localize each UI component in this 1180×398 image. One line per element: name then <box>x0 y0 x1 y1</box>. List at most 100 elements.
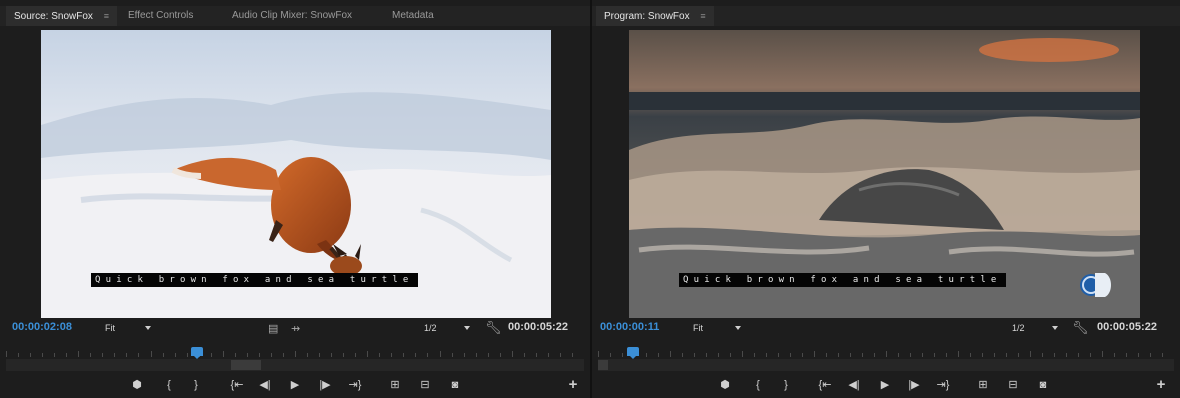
camera-icon[interactable]: ◙ <box>1034 378 1052 392</box>
ruler-tick <box>499 353 501 357</box>
source-tab-bar: Source: SnowFox ≡ Effect Controls Audio … <box>0 6 590 26</box>
ruler-tick <box>367 351 369 357</box>
play-button[interactable]: ▶ <box>876 378 894 392</box>
ruler-tick <box>150 351 152 357</box>
source-video-frame[interactable]: Quick brown fox and sea turtle <box>41 30 551 318</box>
program-time-ruler[interactable] <box>598 344 1174 358</box>
plus-icon[interactable]: + <box>564 377 582 392</box>
source-resolution-dropdown[interactable]: 1/2 <box>424 323 470 333</box>
ruler-tick <box>982 353 983 357</box>
source-scroll-track[interactable] <box>6 359 584 371</box>
chevron-down-icon <box>464 326 470 330</box>
mark-in-button[interactable]: { <box>160 378 178 392</box>
step-forward-button[interactable]: |▶ <box>905 378 923 392</box>
panel-menu-icon[interactable]: ≡ <box>700 6 705 26</box>
tab-audio-clip-mixer[interactable]: Audio Clip Mixer: SnowFox <box>232 6 352 26</box>
go-to-in-button[interactable]: {⇤ <box>228 378 246 392</box>
ruler-tick <box>78 351 80 357</box>
ruler-tick <box>862 353 863 357</box>
plus-icon[interactable]: + <box>1152 377 1170 392</box>
source-time-ruler[interactable] <box>6 344 584 358</box>
lift-button[interactable]: ⊞ <box>974 378 992 392</box>
program-current-timecode[interactable]: 00:00:00:11 <box>600 321 659 333</box>
ruler-tick <box>730 353 731 357</box>
step-forward-button[interactable]: |▶ <box>316 378 334 392</box>
ruler-tick <box>1126 353 1127 357</box>
export-frame-icon[interactable]: ▤ <box>268 322 278 335</box>
ruler-tick <box>126 353 128 357</box>
tab-metadata[interactable]: Metadata <box>392 6 434 26</box>
ruler-tick <box>210 353 212 357</box>
chevron-down-icon <box>1052 326 1058 330</box>
ruler-tick <box>535 353 537 357</box>
source-current-timecode[interactable]: 00:00:02:08 <box>12 321 72 333</box>
extract-button[interactable]: ⊟ <box>1004 378 1022 392</box>
ruler-tick <box>331 353 333 357</box>
ruler-tick <box>258 353 260 357</box>
mark-in-button[interactable]: { <box>749 378 767 392</box>
panel-menu-icon[interactable]: ≡ <box>104 6 109 26</box>
ruler-tick <box>295 351 296 357</box>
drag-video-only-icon[interactable]: ⇸ <box>291 322 300 335</box>
program-video-frame[interactable]: Quick brown fox and sea turtle <box>629 30 1140 318</box>
ruler-tick <box>355 353 357 357</box>
ruler-tick <box>403 353 405 357</box>
go-to-in-button[interactable]: {⇤ <box>816 378 834 392</box>
wrench-icon[interactable]: 🔧︎ <box>1072 320 1089 336</box>
go-to-out-button[interactable]: ⇥} <box>346 378 364 392</box>
camera-icon[interactable]: ◙ <box>446 378 464 392</box>
step-back-button[interactable]: ◀| <box>256 378 274 392</box>
mark-out-button[interactable]: } <box>777 378 795 392</box>
tab-program[interactable]: Program: SnowFox ≡ <box>596 6 714 26</box>
add-marker-button[interactable]: ⬢ <box>128 378 146 392</box>
ruler-tick <box>343 353 345 357</box>
mark-out-button[interactable]: } <box>187 378 205 392</box>
ruler-tick <box>42 353 44 357</box>
add-marker-button[interactable]: ⬢ <box>716 378 734 392</box>
ruler-tick <box>658 353 659 357</box>
ruler-tick <box>1042 353 1043 357</box>
source-duration-timecode: 00:00:05:22 <box>508 321 568 333</box>
ruler-tick <box>778 353 779 357</box>
program-scroll-track[interactable] <box>598 359 1174 371</box>
play-button[interactable]: ▶ <box>286 378 304 392</box>
chevron-down-icon <box>735 326 741 330</box>
ruler-tick <box>1090 353 1091 357</box>
insert-button[interactable]: ⊞ <box>386 378 404 392</box>
program-zoom-dropdown[interactable]: Fit <box>693 323 741 333</box>
wrench-icon[interactable]: 🔧︎ <box>485 320 502 336</box>
ruler-tick <box>487 353 489 357</box>
ruler-tick <box>282 353 284 357</box>
source-playhead[interactable] <box>190 347 203 359</box>
ruler-tick <box>391 353 393 357</box>
ruler-tick <box>598 351 599 357</box>
program-resolution-value: 1/2 <box>1012 323 1025 333</box>
ruler-tick <box>898 353 899 357</box>
ruler-tick <box>1018 353 1019 357</box>
ruler-tick <box>1114 353 1115 357</box>
ruler-tick <box>874 353 875 357</box>
overwrite-button[interactable]: ⊟ <box>416 378 434 392</box>
source-scroll-thumb[interactable] <box>231 360 261 370</box>
ruler-tick <box>307 353 309 357</box>
ruler-tick <box>610 353 611 357</box>
source-resolution-value: 1/2 <box>424 323 437 333</box>
source-zoom-dropdown[interactable]: Fit <box>105 323 151 333</box>
tab-effect-controls[interactable]: Effect Controls <box>128 6 193 26</box>
ruler-tick <box>766 353 767 357</box>
ruler-tick <box>1030 351 1031 357</box>
ruler-tick <box>682 353 683 357</box>
program-playhead[interactable] <box>626 347 639 359</box>
ruler-tick <box>718 353 719 357</box>
ruler-tick <box>427 353 429 357</box>
ruler-tick <box>970 353 971 357</box>
program-resolution-dropdown[interactable]: 1/2 <box>1012 323 1058 333</box>
go-to-out-button[interactable]: ⇥} <box>934 378 952 392</box>
tab-source[interactable]: Source: SnowFox ≡ <box>6 6 117 26</box>
ruler-tick <box>162 353 164 357</box>
ruler-tick <box>234 353 236 357</box>
step-back-button[interactable]: ◀| <box>845 378 863 392</box>
ruler-tick <box>451 353 453 357</box>
program-scroll-thumb[interactable] <box>598 360 608 370</box>
ruler-tick <box>646 353 647 357</box>
